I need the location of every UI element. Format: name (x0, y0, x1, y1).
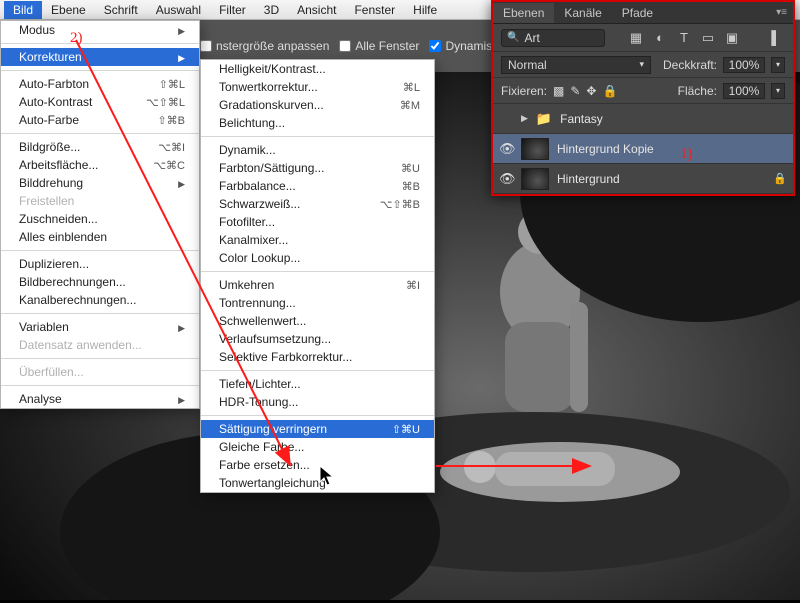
menu-item-schwarzweiss[interactable]: Schwarzweiß...⌥⇧⌘B (201, 195, 434, 213)
fill-field[interactable]: 100% (723, 83, 765, 99)
menu-item-dynamik[interactable]: Dynamik... (201, 141, 434, 159)
menu-item-duplizieren[interactable]: Duplizieren... (1, 255, 199, 273)
blend-mode-select[interactable]: Normal▾ (501, 56, 651, 74)
panel-lock-row: Fixieren: ▩ ✎ ✥ 🔒 Fläche: 100% ▾ (493, 78, 793, 104)
layer-filter-select[interactable]: 🔍 Art (501, 29, 605, 47)
menu-item-farbton[interactable]: Farbton/Sättigung...⌘U (201, 159, 434, 177)
opacity-label: Deckkraft: (663, 58, 717, 72)
menu-item-selektiv[interactable]: Selektive Farbkorrektur... (201, 348, 434, 366)
layer-name[interactable]: Hintergrund (557, 172, 765, 186)
menu-item-ueberfuellen: Überfüllen... (1, 363, 199, 381)
menu-filter[interactable]: Filter (210, 1, 255, 19)
menu-item-bilddrehung[interactable]: Bilddrehung (1, 174, 199, 192)
menu-auswahl[interactable]: Auswahl (147, 1, 210, 19)
menu-item-belichtung[interactable]: Belichtung... (201, 114, 434, 132)
menu-item-umkehren[interactable]: Umkehren⌘I (201, 276, 434, 294)
menu-item-helligkeit[interactable]: Helligkeit/Kontrast... (201, 60, 434, 78)
menu-schrift[interactable]: Schrift (95, 1, 147, 19)
blend-mode-value: Normal (508, 58, 547, 72)
opt-resize-windows[interactable]: nstergröße anpassen (200, 39, 329, 53)
tab-kanaele[interactable]: Kanäle (554, 3, 611, 23)
layer-row-bg[interactable]: 👁 Hintergrund 🔒 (493, 164, 793, 194)
menu-item-korrekturen[interactable]: Korrekturen (1, 48, 199, 66)
lock-pixels-icon[interactable]: ▩ (553, 84, 564, 98)
filter-pixel-icon[interactable]: ▦ (627, 30, 645, 46)
group-disclosure-icon[interactable]: ▶ (521, 113, 528, 124)
menu-item-auto-farbton[interactable]: Auto-Farbton⇧⌘L (1, 75, 199, 93)
menu-item-modus[interactable]: Modus (1, 21, 199, 39)
filter-toggle-icon[interactable]: ▌ (767, 30, 785, 45)
panel-menu-icon[interactable]: ▾≡ (770, 7, 793, 18)
menu-item-freistellen: Freistellen (1, 192, 199, 210)
menu-item-bildberechnungen[interactable]: Bildberechnungen... (1, 273, 199, 291)
filter-type-icon[interactable]: T (675, 30, 693, 45)
opt-all-windows-label: Alle Fenster (355, 39, 419, 53)
menu-item-variablen[interactable]: Variablen (1, 318, 199, 336)
visibility-toggle[interactable]: 👁 (499, 171, 513, 187)
menu-item-analyse[interactable]: Analyse (1, 390, 199, 408)
filter-shape-icon[interactable]: ▭ (699, 30, 717, 46)
folder-icon: 📁 (536, 111, 552, 127)
menu-item-alles-einblenden[interactable]: Alles einblenden (1, 228, 199, 246)
menu-ansicht[interactable]: Ansicht (288, 1, 345, 19)
menu-item-hdr[interactable]: HDR-Tonung... (201, 393, 434, 411)
menu-korrekturen-submenu: Helligkeit/Kontrast... Tonwertkorrektur.… (200, 59, 435, 493)
menu-item-verlauf[interactable]: Verlaufsumsetzung... (201, 330, 434, 348)
layers-panel: Ebenen Kanäle Pfade ▾≡ 🔍 Art ▦ ◐ T ▭ ▣ ▌… (491, 0, 795, 196)
fill-label: Fläche: (678, 84, 717, 98)
menu-item-desaturate[interactable]: Sättigung verringern⇧⌘U (201, 420, 434, 438)
menu-item-auto-kontrast[interactable]: Auto-Kontrast⌥⇧⌘L (1, 93, 199, 111)
panel-blend-row: Normal▾ Deckkraft: 100% ▾ (493, 52, 793, 78)
fill-dropdown[interactable]: ▾ (771, 83, 785, 99)
layer-row-group[interactable]: ▶ 📁 Fantasy (493, 104, 793, 134)
panel-filter-row: 🔍 Art ▦ ◐ T ▭ ▣ ▌ (493, 24, 793, 52)
tab-ebenen[interactable]: Ebenen (493, 3, 554, 23)
menu-item-gradation[interactable]: Gradationskurven...⌘M (201, 96, 434, 114)
menu-item-kanalberechnungen[interactable]: Kanalberechnungen... (1, 291, 199, 309)
filter-smart-icon[interactable]: ▣ (723, 30, 741, 46)
menu-item-tiefen[interactable]: Tiefen/Lichter... (201, 375, 434, 393)
opt-resize-windows-label: nstergröße anpassen (216, 39, 329, 53)
tab-pfade[interactable]: Pfade (612, 3, 663, 23)
menu-item-tonwertangleichung[interactable]: Tonwertangleichung (201, 474, 434, 492)
menu-bild-dropdown: Modus Korrekturen Auto-Farbton⇧⌘L Auto-K… (0, 20, 200, 409)
layer-thumb[interactable] (521, 168, 549, 190)
lock-label: Fixieren: (501, 84, 547, 98)
menu-item-kanalmixer[interactable]: Kanalmixer... (201, 231, 434, 249)
layer-filter-label: Art (524, 31, 539, 45)
menu-bild[interactable]: Bild (4, 1, 42, 19)
layer-name[interactable]: Hintergrund Kopie (557, 142, 787, 156)
menu-item-arbeitsflaeche[interactable]: Arbeitsfläche...⌥⌘C (1, 156, 199, 174)
menu-item-bildgroesse[interactable]: Bildgröße...⌥⌘I (1, 138, 199, 156)
layer-name[interactable]: Fantasy (560, 112, 787, 126)
menu-item-farbbalance[interactable]: Farbbalance...⌘B (201, 177, 434, 195)
menu-hilfe[interactable]: Hilfe (404, 1, 446, 19)
menu-item-fotofilter[interactable]: Fotofilter... (201, 213, 434, 231)
lock-position-icon[interactable]: ✥ (586, 84, 596, 98)
opt-all-windows[interactable]: Alle Fenster (339, 39, 419, 53)
menu-item-colorlookup[interactable]: Color Lookup... (201, 249, 434, 267)
menu-item-auto-farbe[interactable]: Auto-Farbe⇧⌘B (1, 111, 199, 129)
opacity-dropdown[interactable]: ▾ (771, 57, 785, 73)
menu-item-farbe-ersetzen[interactable]: Farbe ersetzen... (201, 456, 434, 474)
menu-item-zuschneiden[interactable]: Zuschneiden... (1, 210, 199, 228)
layer-thumb[interactable] (521, 138, 549, 160)
menu-item-schwellenwert[interactable]: Schwellenwert... (201, 312, 434, 330)
menu-item-gleiche-farbe[interactable]: Gleiche Farbe... (201, 438, 434, 456)
lock-icon: 🔒 (773, 172, 787, 185)
panel-tabs: Ebenen Kanäle Pfade ▾≡ (493, 2, 793, 24)
menu-ebene[interactable]: Ebene (42, 1, 95, 19)
layer-row-bg-copy[interactable]: 👁 Hintergrund Kopie (493, 134, 793, 164)
filter-adjust-icon[interactable]: ◐ (651, 30, 669, 45)
visibility-toggle[interactable]: 👁 (499, 141, 513, 157)
lock-all-icon[interactable]: 🔒 (602, 84, 617, 98)
menu-fenster[interactable]: Fenster (345, 1, 404, 19)
menu-item-datensatz: Datensatz anwenden... (1, 336, 199, 354)
lock-paint-icon[interactable]: ✎ (570, 84, 580, 98)
menu-item-tontrennung[interactable]: Tontrennung... (201, 294, 434, 312)
search-icon: 🔍 (507, 32, 519, 43)
menu-3d[interactable]: 3D (255, 1, 288, 19)
menu-item-tonwert[interactable]: Tonwertkorrektur...⌘L (201, 78, 434, 96)
opacity-field[interactable]: 100% (723, 57, 765, 73)
